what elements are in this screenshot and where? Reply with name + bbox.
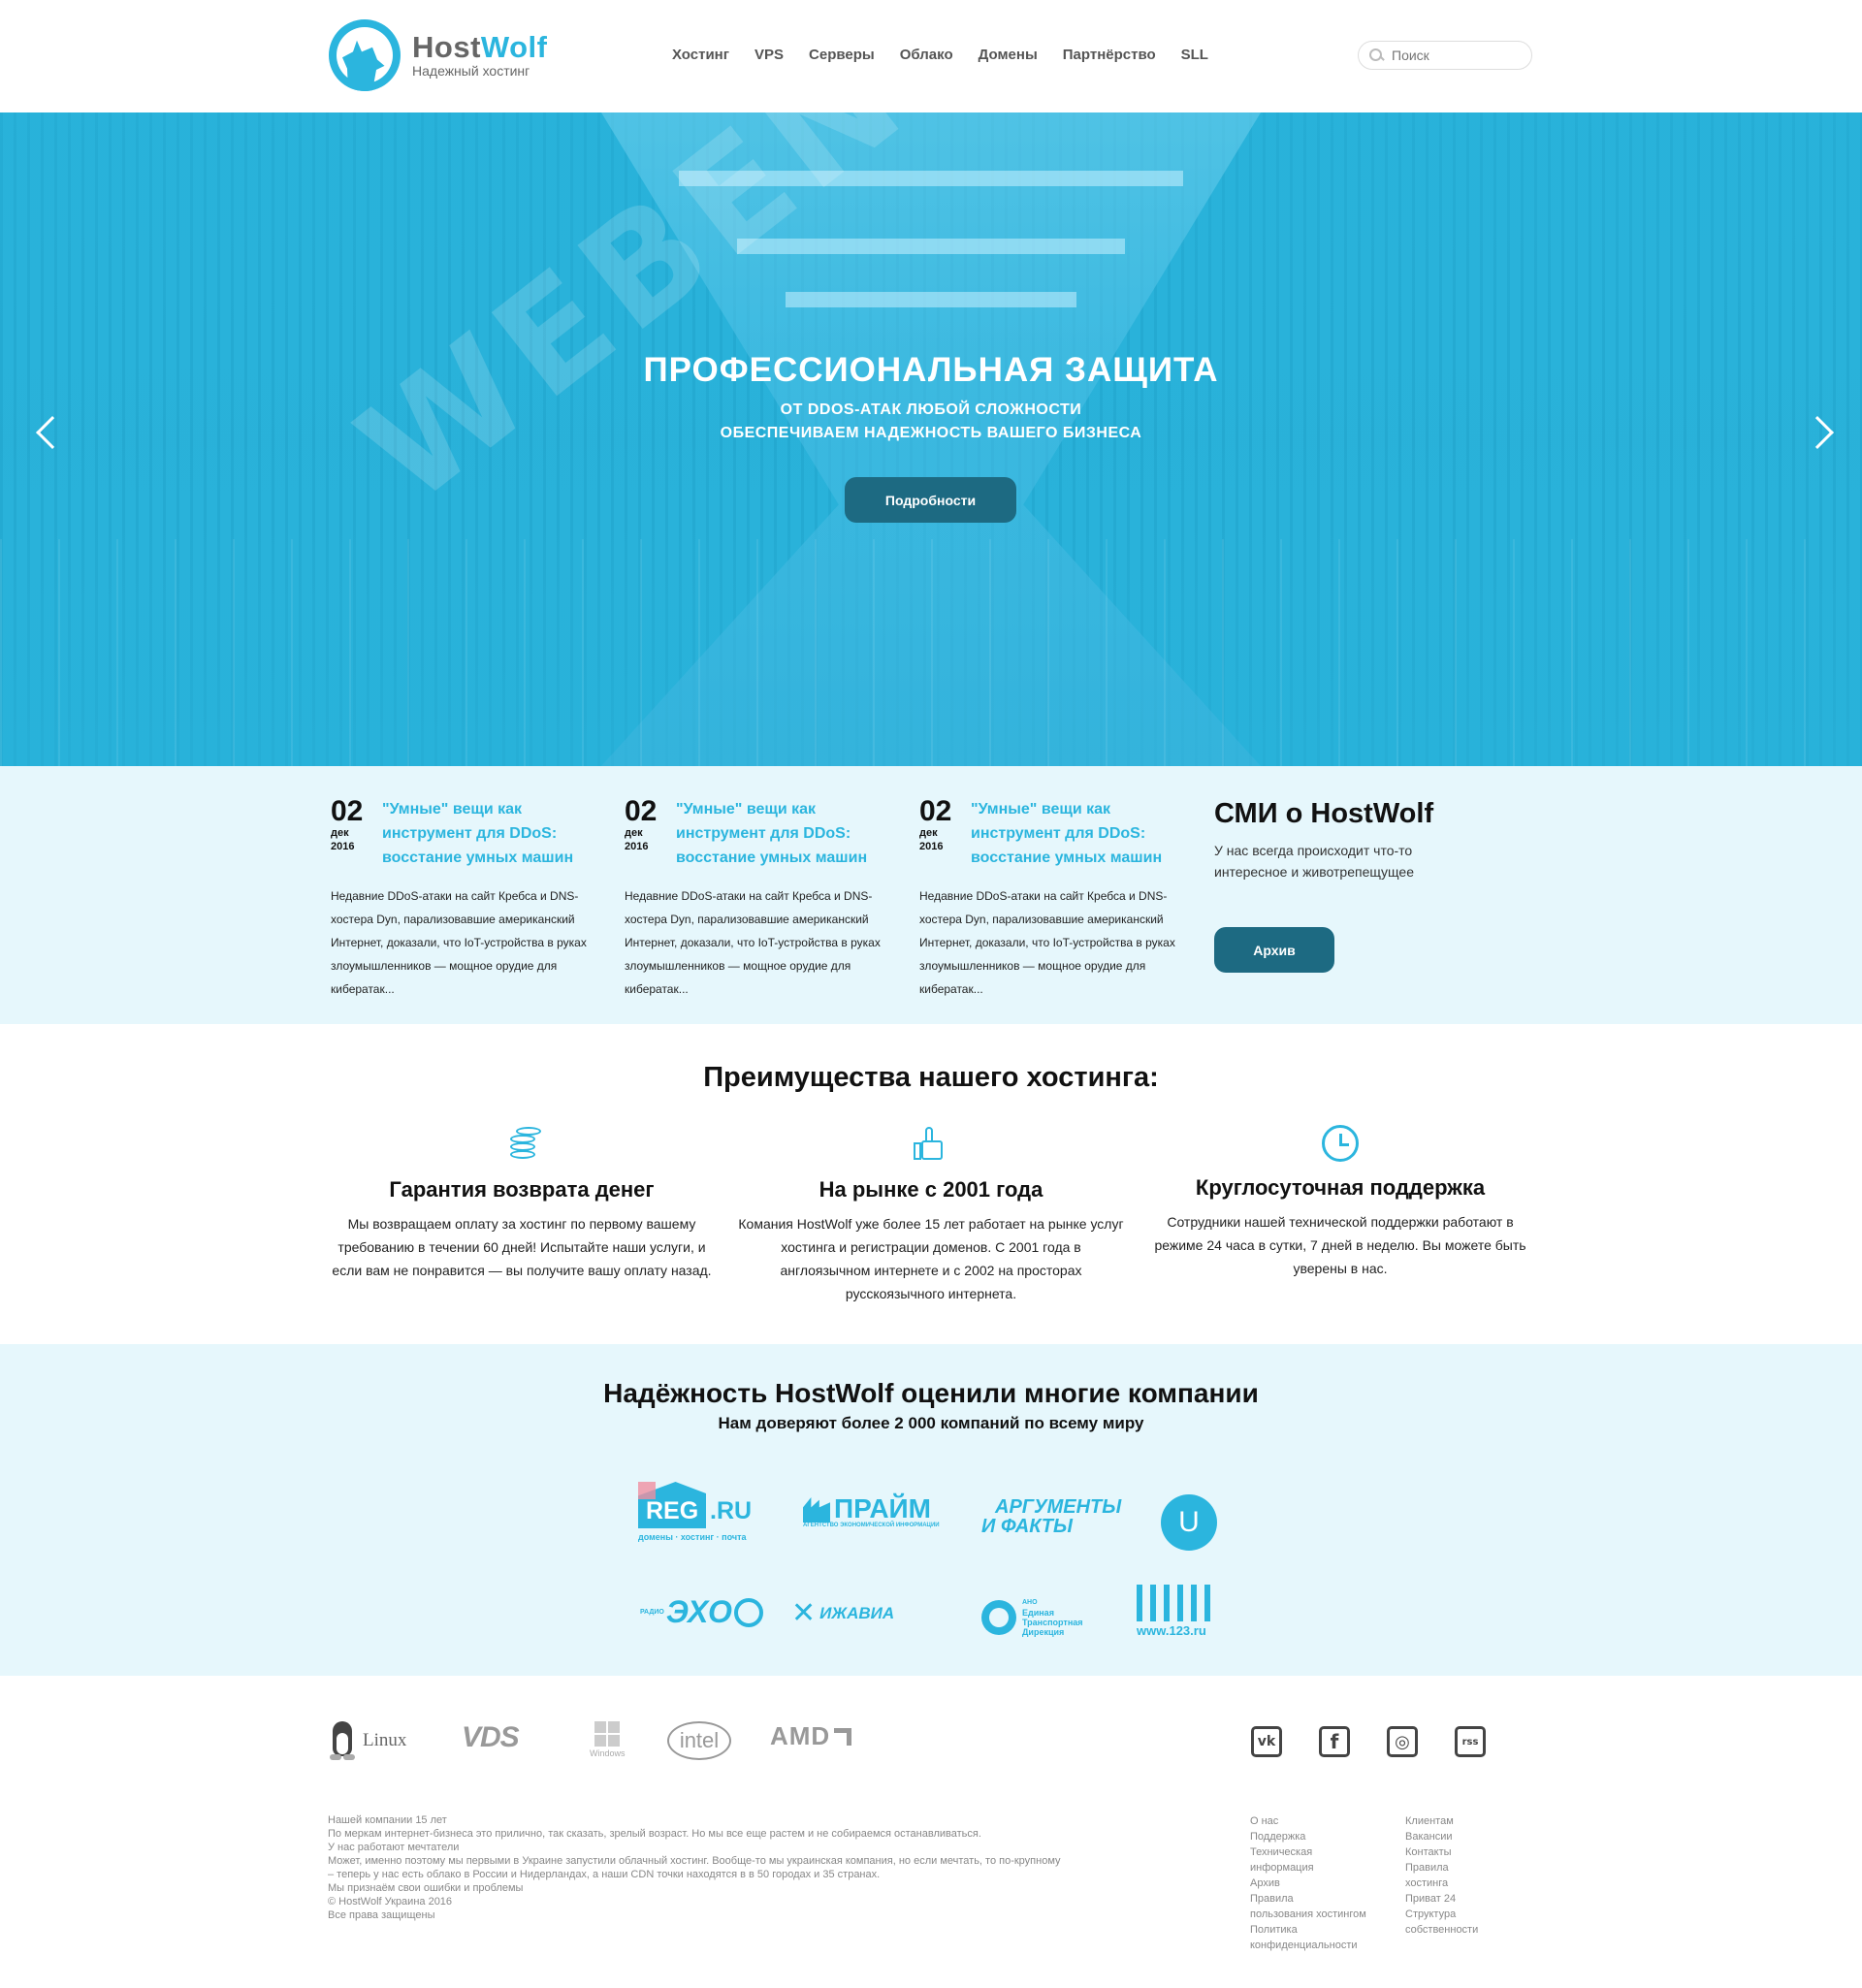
nav-hosting[interactable]: Хостинг <box>672 47 729 63</box>
archive-button[interactable]: Архив <box>1214 927 1334 973</box>
footer-links-col2: Клиентам Вакансии Контакты Правила хости… <box>1405 1813 1478 1938</box>
footer-link-rules[interactable]: пользования хостингом <box>1250 1907 1366 1922</box>
footer-link-privacy[interactable]: конфиденциальности <box>1250 1938 1366 1953</box>
hero-subtitle-line2: ОБЕСПЕЧИВАЕМ НАДЕЖНОСТЬ ВАШЕГО БИЗНЕСА <box>720 425 1142 441</box>
hero-title: ПРОФЕССИОНАЛЬНАЯ ЗАЩИТА <box>643 351 1219 389</box>
advantage-title: Круглосуточная поддержка <box>1195 1175 1486 1200</box>
client-logo-izhavia[interactable]: ✕ ИЖАВИА <box>791 1596 894 1630</box>
footer-link-hosting-rules[interactable]: хостинга <box>1405 1876 1478 1891</box>
logo-name: HostWolf <box>412 30 548 64</box>
news-excerpt: Недавние DDoS-атаки на сайт Кребса и DNS… <box>331 889 587 996</box>
header: HostWolf Надежный хостинг Хостинг VPS Се… <box>0 0 1862 112</box>
clients-title: Надёжность HostWolf оценили многие компа… <box>603 1378 1259 1408</box>
advantage-text: Сотрудники нашей технической поддержки р… <box>1154 1214 1526 1276</box>
footer-link-privat24[interactable]: Приват 24 <box>1405 1891 1478 1907</box>
search-box <box>1358 41 1532 70</box>
client-logo-etd[interactable]: АНО Единая Транспортная Дирекция <box>981 1598 1083 1637</box>
vds-logo: VDS <box>462 1721 520 1753</box>
client-logo-prime[interactable]: ПРАЙМ АГЕНТСТВО ЭКОНОМИЧЕСКОЙ ИНФОРМАЦИИ <box>803 1495 940 1528</box>
clients-subtitle: Нам доверяют более 2 000 компаний по все… <box>718 1414 1144 1432</box>
footer-link-ownership[interactable]: собственности <box>1405 1922 1478 1938</box>
advantage-support: Круглосуточная поддержка Сотрудники наше… <box>1146 1125 1534 1280</box>
advantage-title: Гарантия возврата денег <box>389 1177 655 1202</box>
footer-link-privacy[interactable]: Политика <box>1250 1922 1366 1938</box>
advantage-text: Комания HostWolf уже более 15 лет работа… <box>738 1216 1124 1301</box>
news-section: 02 дек 2016 "Умные" вещи как инструмент … <box>0 766 1862 1024</box>
footer-link-about[interactable]: О нас <box>1250 1813 1366 1829</box>
nav-vps[interactable]: VPS <box>754 47 784 63</box>
windows-logo: Windows <box>590 1721 626 1758</box>
advantage-money-back: Гарантия возврата денег Мы возвращаем оп… <box>328 1125 716 1282</box>
media-title: СМИ о HostWolf <box>1214 798 1434 829</box>
footer-about: Нашей компании 15 лет По меркам интернет… <box>328 1813 1201 1922</box>
footer-link-rules[interactable]: Правила <box>1250 1891 1366 1907</box>
advantage-text: Мы возвращаем оплату за хостинг по перво… <box>332 1216 712 1278</box>
nav-partnership[interactable]: Партнёрство <box>1063 47 1156 63</box>
news-title-link[interactable]: "Умные" вещи как инструмент для DDoS: во… <box>382 797 595 870</box>
hero-slider: WEBENVY.COM ПРОФЕССИОНАЛЬНАЯ ЗАЩИТА ОТ D… <box>0 112 1862 766</box>
footer-links-col1: О нас Поддержка Техническая информация А… <box>1250 1813 1366 1953</box>
nav-domains[interactable]: Домены <box>979 47 1038 63</box>
amd-logo: AMD <box>770 1721 852 1751</box>
advantage-since-2001: На рынке с 2001 года Комания HostWolf уж… <box>737 1125 1125 1305</box>
footer-link-vacancies[interactable]: Вакансии <box>1405 1829 1478 1844</box>
footer-link-support[interactable]: Поддержка <box>1250 1829 1366 1844</box>
client-logo-regru[interactable]: REG .RU домены · хостинг · почта <box>638 1480 752 1542</box>
clock-icon <box>1322 1125 1359 1162</box>
intel-logo: intel <box>667 1721 731 1760</box>
hero-subtitle-line1: ОТ DDOS-АТАК ЛЮБОЙ СЛОЖНОСТИ <box>780 401 1082 418</box>
thumbs-up-icon <box>912 1125 950 1164</box>
slider-next-arrow-icon[interactable] <box>1801 416 1834 449</box>
nav-servers[interactable]: Серверы <box>809 47 875 63</box>
logo-tagline: Надежный хостинг <box>412 63 530 79</box>
coins-icon <box>502 1125 541 1164</box>
footer-link-ownership[interactable]: Структура <box>1405 1907 1478 1922</box>
search-input[interactable] <box>1392 48 1527 63</box>
slider-prev-arrow-icon[interactable] <box>36 416 69 449</box>
wolf-logo-icon <box>329 19 401 91</box>
advantages-heading: Преимущества нашего хостинга: <box>703 1062 1159 1093</box>
news-excerpt: Недавние DDoS-атаки на сайт Кребса и DNS… <box>625 889 881 996</box>
footer-link-archive[interactable]: Архив <box>1250 1876 1366 1891</box>
media-block: СМИ о HostWolf У нас всегда происходит ч… <box>1214 797 1466 973</box>
news-title-link[interactable]: "Умные" вещи как инструмент для DDoS: во… <box>971 797 1184 870</box>
search-icon[interactable] <box>1368 48 1384 63</box>
logo[interactable]: HostWolf Надежный хостинг <box>329 19 547 91</box>
rss-icon[interactable]: rss <box>1455 1726 1486 1757</box>
nav-cloud[interactable]: Облако <box>900 47 953 63</box>
instagram-icon[interactable]: ◎ <box>1387 1726 1418 1757</box>
news-date: 02 дек 2016 <box>919 795 952 853</box>
details-button[interactable]: Подробности <box>845 477 1016 523</box>
main-nav: Хостинг VPS Серверы Облако Домены Партнё… <box>672 47 1234 63</box>
footer-link-tech-info[interactable]: Техническая <box>1250 1844 1366 1860</box>
news-excerpt: Недавние DDoS-атаки на сайт Кребса и DNS… <box>919 889 1175 996</box>
news-title-link[interactable]: "Умные" вещи как инструмент для DDoS: во… <box>676 797 889 870</box>
amd-arrow-icon <box>834 1727 852 1746</box>
footer-link-tech-info[interactable]: информация <box>1250 1860 1366 1876</box>
media-text: У нас всегда происходит что-то интересно… <box>1214 843 1414 880</box>
footer-link-clients[interactable]: Клиентам <box>1405 1813 1478 1829</box>
copyright: © HostWolf Украина 2016 <box>328 1896 453 1908</box>
linux-logo: Linux <box>328 1721 406 1760</box>
footer-link-hosting-rules[interactable]: Правила <box>1405 1860 1478 1876</box>
facebook-icon[interactable]: f <box>1319 1726 1350 1757</box>
vk-icon[interactable]: vk <box>1251 1726 1282 1757</box>
windows-icon <box>594 1721 621 1747</box>
nav-ssl[interactable]: SLL <box>1181 47 1208 63</box>
clients-section: Надёжность HostWolf оценили многие компа… <box>0 1344 1862 1676</box>
client-logo-123ru[interactable]: www.123.ru <box>1137 1585 1210 1638</box>
client-logo-echo[interactable]: РАДИО ЭХО <box>640 1594 763 1630</box>
footer-link-contacts[interactable]: Контакты <box>1405 1844 1478 1860</box>
client-logo-u[interactable]: U <box>1161 1494 1217 1551</box>
news-date: 02 дек 2016 <box>625 795 658 853</box>
advantage-title: На рынке с 2001 года <box>819 1177 1043 1202</box>
penguin-icon <box>328 1721 357 1760</box>
news-date: 02 дек 2016 <box>331 795 364 853</box>
client-logo-aif[interactable]: АРГУМЕНТЫ И ФАКТЫ <box>981 1497 1121 1536</box>
